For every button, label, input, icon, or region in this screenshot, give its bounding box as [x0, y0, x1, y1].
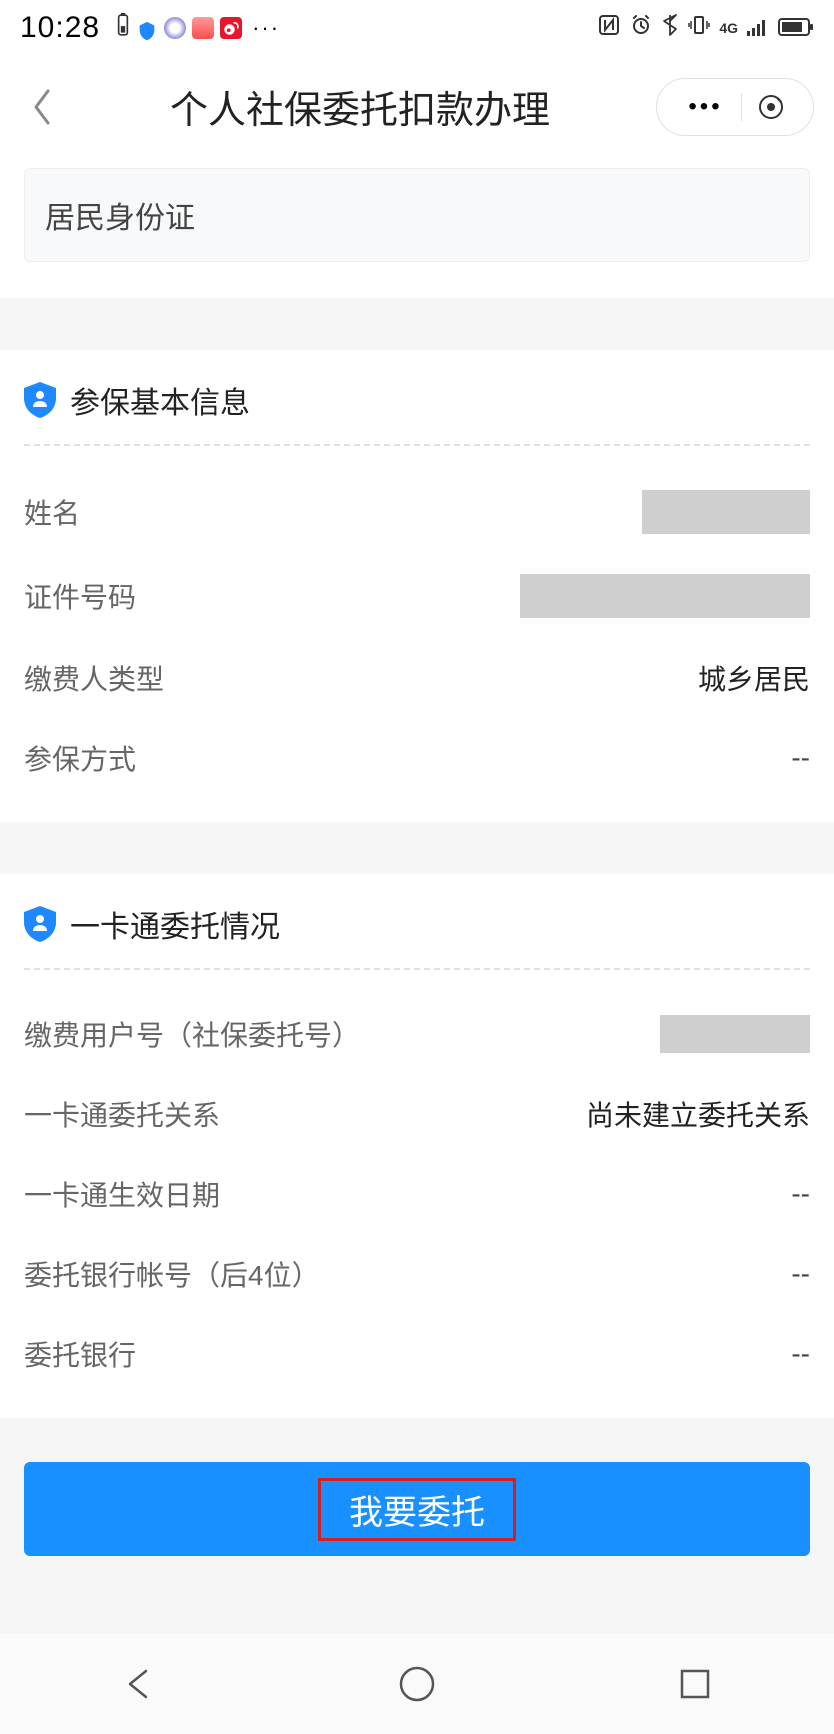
value: -- [791, 742, 810, 774]
capsule-menu-button[interactable]: ••• [670, 93, 740, 121]
label: 一卡通生效日期 [24, 1174, 220, 1214]
miniprogram-capsule: ••• [656, 78, 814, 136]
entrust-button[interactable]: 我要委托 [24, 1462, 810, 1556]
button-label: 我要委托 [349, 1494, 485, 1532]
section-title: 参保基本信息 [70, 378, 250, 422]
id-type-card: 居民身份证 [0, 158, 834, 298]
label: 一卡通委托关系 [24, 1094, 220, 1134]
shield-icon [136, 17, 158, 39]
status-time: 10:28 [20, 11, 100, 45]
redacted-value [660, 1015, 810, 1053]
divider [24, 968, 810, 970]
label: 委托银行 [24, 1334, 136, 1374]
row-user-no: 缴费用户号（社保委托号） [24, 994, 810, 1074]
button-area: 我要委托 [0, 1418, 834, 1616]
row-relation: 一卡通委托关系 尚未建立委托关系 [24, 1074, 810, 1154]
label: 参保方式 [24, 738, 136, 778]
value: -- [791, 1178, 810, 1210]
more-apps-icon: ··· [252, 15, 280, 41]
nav-bar: 个人社保委托扣款办理 ••• [0, 56, 834, 158]
signal-icon [746, 12, 770, 44]
bluetooth-icon [661, 12, 679, 44]
value: -- [791, 1258, 810, 1290]
back-button[interactable] [20, 85, 64, 129]
status-bar: 10:28 ··· 4G [0, 0, 834, 56]
id-type-select[interactable]: 居民身份证 [24, 168, 810, 262]
shield-user-icon [24, 906, 56, 942]
basic-info-section: 参保基本信息 姓名 证件号码 缴费人类型 城乡居民 参保方式 -- [0, 350, 834, 822]
label: 缴费用户号（社保委托号） [24, 1014, 360, 1054]
system-nav-bar [0, 1634, 834, 1734]
id-type-value: 居民身份证 [45, 202, 195, 235]
section-title: 一卡通委托情况 [70, 902, 280, 946]
sys-recent-button[interactable] [674, 1663, 716, 1705]
row-bank-account: 委托银行帐号（后4位） -- [24, 1234, 810, 1314]
value: 城乡居民 [698, 658, 810, 698]
vibrate-icon [687, 12, 711, 44]
redacted-value [520, 574, 810, 618]
shield-user-icon [24, 382, 56, 418]
highlight-box: 我要委托 [318, 1478, 516, 1541]
capsule-close-button[interactable] [742, 94, 800, 120]
row-name: 姓名 [24, 470, 810, 554]
battery-icon [778, 12, 814, 44]
label: 证件号码 [24, 576, 136, 616]
row-effective-date: 一卡通生效日期 -- [24, 1154, 810, 1234]
battery-temp-icon [116, 12, 130, 44]
redacted-value [642, 490, 810, 534]
value: 尚未建立委托关系 [586, 1094, 810, 1134]
row-id-number: 证件号码 [24, 554, 810, 638]
nfc-icon [597, 12, 621, 44]
app-icon-2 [192, 17, 214, 39]
page-title: 个人社保委托扣款办理 [64, 79, 656, 134]
label: 委托银行帐号（后4位） [24, 1254, 320, 1294]
alarm-icon [629, 12, 653, 44]
divider [24, 444, 810, 446]
sys-home-button[interactable] [396, 1663, 438, 1705]
row-payer-type: 缴费人类型 城乡居民 [24, 638, 810, 718]
label: 姓名 [24, 492, 80, 532]
entrust-section: 一卡通委托情况 缴费用户号（社保委托号） 一卡通委托关系 尚未建立委托关系 一卡… [0, 874, 834, 1418]
sys-back-button[interactable] [118, 1663, 160, 1705]
value: -- [791, 1338, 810, 1370]
row-bank: 委托银行 -- [24, 1314, 810, 1394]
network-4g-icon: 4G [719, 20, 738, 36]
label: 缴费人类型 [24, 658, 164, 698]
app-icon [164, 17, 186, 39]
weibo-icon [220, 17, 242, 39]
row-insurance-method: 参保方式 -- [24, 718, 810, 798]
